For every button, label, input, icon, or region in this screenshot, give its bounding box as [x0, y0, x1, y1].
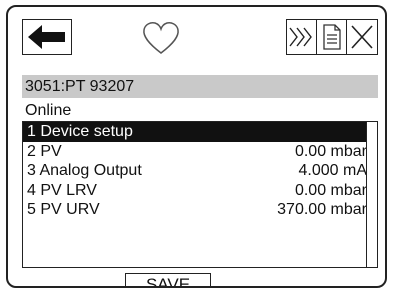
- menu-item-label: 5 PV URV: [27, 201, 100, 218]
- document-button[interactable]: [316, 19, 348, 55]
- device-window: 3051:PT 93207 Online 1 Device setup 2 PV…: [6, 5, 387, 288]
- close-icon: [351, 25, 373, 49]
- menu-item-value: 4.000 mA: [298, 162, 367, 179]
- menu-item-value: 0.00 mbar: [294, 142, 367, 160]
- menu-item-analog-output[interactable]: 3 Analog Output 4.000 mA: [23, 161, 377, 181]
- menu-item-value: 0.00 mbar: [294, 181, 367, 199]
- back-button[interactable]: [22, 19, 72, 55]
- menu-item-label: 1 Device setup: [27, 123, 133, 140]
- toolbar-right-group: [286, 19, 378, 55]
- heart-icon: [143, 22, 179, 54]
- menu-item-label: 2 PV: [27, 142, 62, 160]
- menu-list: 1 Device setup 2 PV 0.00 mbar 3 Analog O…: [22, 121, 378, 268]
- menu-item-label: 3 Analog Output: [27, 162, 142, 179]
- menu-item-value: 370.00 mbar: [277, 201, 367, 218]
- save-button[interactable]: SAVE: [125, 273, 211, 286]
- device-status: Online: [25, 102, 72, 119]
- menu-item-pv-lrv[interactable]: 4 PV LRV 0.00 mbar: [23, 181, 377, 201]
- close-button[interactable]: [347, 19, 378, 55]
- device-tag-bar: 3051:PT 93207: [22, 75, 378, 98]
- arrow-left-icon: [28, 25, 65, 49]
- menu-item-label: 4 PV LRV: [27, 181, 97, 199]
- document-icon: [322, 24, 341, 50]
- menu-item-pv[interactable]: 2 PV 0.00 mbar: [23, 142, 377, 162]
- menu-scrollbar[interactable]: [366, 122, 377, 267]
- menu-item-device-setup[interactable]: 1 Device setup: [23, 122, 367, 142]
- triple-chevron-icon: [289, 27, 313, 47]
- device-tag: 3051:PT 93207: [25, 78, 135, 95]
- fast-forward-button[interactable]: [286, 19, 317, 55]
- favorite-button[interactable]: [142, 21, 180, 55]
- menu-item-pv-urv[interactable]: 5 PV URV 370.00 mbar: [23, 200, 377, 220]
